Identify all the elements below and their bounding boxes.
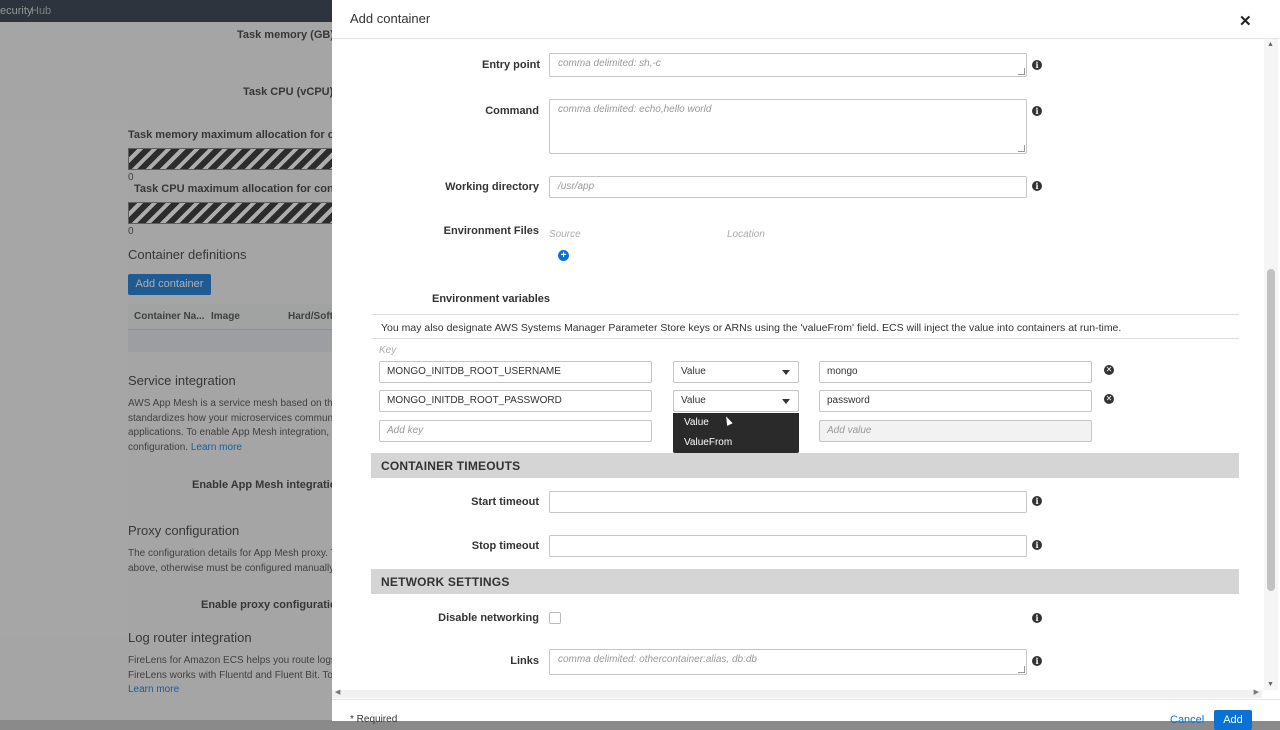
stop-timeout-input[interactable] (549, 535, 1027, 557)
info-icon[interactable]: i (1032, 613, 1042, 623)
chevron-down-icon (782, 399, 790, 404)
chevron-down-icon (782, 370, 790, 375)
cancel-button[interactable]: Cancel (1170, 714, 1204, 726)
env-type-dropdown-menu: Value ValueFrom (673, 413, 799, 453)
add-key-input[interactable]: Add key (379, 420, 652, 442)
environment-variables-label: Environment variables (432, 293, 550, 305)
env-type-value: Value (681, 395, 706, 406)
command-label: Command (485, 105, 539, 117)
start-timeout-label: Start timeout (471, 496, 539, 508)
stop-timeout-label: Stop timeout (471, 540, 539, 552)
info-icon[interactable]: i (1032, 656, 1042, 666)
env-value-input[interactable]: mongo (819, 361, 1092, 383)
source-column-header: Source (549, 229, 581, 240)
dropdown-option-value[interactable]: Value (684, 417, 709, 428)
close-icon[interactable]: ✕ (1239, 12, 1252, 30)
disable-networking-checkbox[interactable] (549, 612, 561, 624)
env-key-input[interactable]: MONGO_INITDB_ROOT_PASSWORD (379, 390, 652, 412)
links-input[interactable]: comma delimited: othercontainer:alias, d… (549, 649, 1027, 675)
scrollbar-thumb[interactable] (1267, 269, 1275, 591)
vertical-scrollbar[interactable]: ▲ ▼ (1264, 39, 1278, 690)
divider (371, 314, 1239, 315)
add-environment-file-icon[interactable]: + (558, 250, 569, 261)
modal-title: Add container (350, 11, 431, 26)
info-icon[interactable]: i (1032, 60, 1042, 70)
env-type-select[interactable]: Value (673, 361, 799, 383)
modal-backdrop[interactable] (0, 0, 332, 720)
env-key-input[interactable]: MONGO_INITDB_ROOT_USERNAME (379, 361, 652, 383)
divider (371, 338, 1239, 339)
environment-files-label: Environment Files (443, 225, 539, 237)
modal-footer: * Required Cancel Add (332, 699, 1280, 730)
scroll-down-icon[interactable]: ▼ (1267, 681, 1274, 688)
modal-header: Add container ✕ (332, 0, 1280, 39)
network-settings-heading: NETWORK SETTINGS (381, 575, 510, 589)
container-timeouts-heading: CONTAINER TIMEOUTS (381, 459, 521, 473)
modal-body[interactable]: Entry point comma delimited: sh,-c i Com… (332, 39, 1262, 690)
dropdown-option-valuefrom[interactable]: ValueFrom (684, 437, 732, 448)
start-timeout-input[interactable] (549, 491, 1027, 513)
remove-icon[interactable]: ✕ (1104, 365, 1114, 375)
add-value-input[interactable]: Add value (819, 420, 1092, 442)
info-icon[interactable]: i (1032, 106, 1042, 116)
add-button[interactable]: Add (1214, 710, 1252, 730)
info-icon[interactable]: i (1032, 181, 1042, 191)
horizontal-scrollbar[interactable]: ◀ ▶ (332, 688, 1262, 698)
info-icon[interactable]: i (1032, 540, 1042, 550)
scroll-up-icon[interactable]: ▲ (1267, 41, 1274, 48)
scroll-left-icon[interactable]: ◀ (335, 688, 340, 696)
key-column-header: Key (379, 345, 397, 356)
working-directory-input[interactable]: /usr/app (549, 176, 1027, 198)
working-directory-label: Working directory (445, 181, 539, 193)
entry-point-label: Entry point (482, 59, 541, 71)
env-vars-hint: You may also designate AWS Systems Manag… (381, 322, 1122, 334)
info-icon[interactable]: i (1032, 496, 1042, 506)
links-label: Links (510, 655, 539, 667)
container-timeouts-section: CONTAINER TIMEOUTS (371, 453, 1239, 478)
entry-point-input[interactable]: comma delimited: sh,-c (549, 53, 1027, 77)
disable-networking-label: Disable networking (438, 612, 539, 624)
add-container-modal: Add container ✕ Entry point comma delimi… (332, 0, 1280, 730)
network-settings-section: NETWORK SETTINGS (371, 569, 1239, 594)
location-column-header: Location (727, 229, 765, 240)
scroll-right-icon[interactable]: ▶ (1254, 688, 1259, 696)
env-value-input[interactable]: password (819, 390, 1092, 412)
env-type-value: Value (681, 366, 706, 377)
remove-icon[interactable]: ✕ (1104, 394, 1114, 404)
command-input[interactable]: comma delimited: echo,hello world (549, 99, 1027, 154)
env-type-select[interactable]: Value (673, 390, 799, 412)
